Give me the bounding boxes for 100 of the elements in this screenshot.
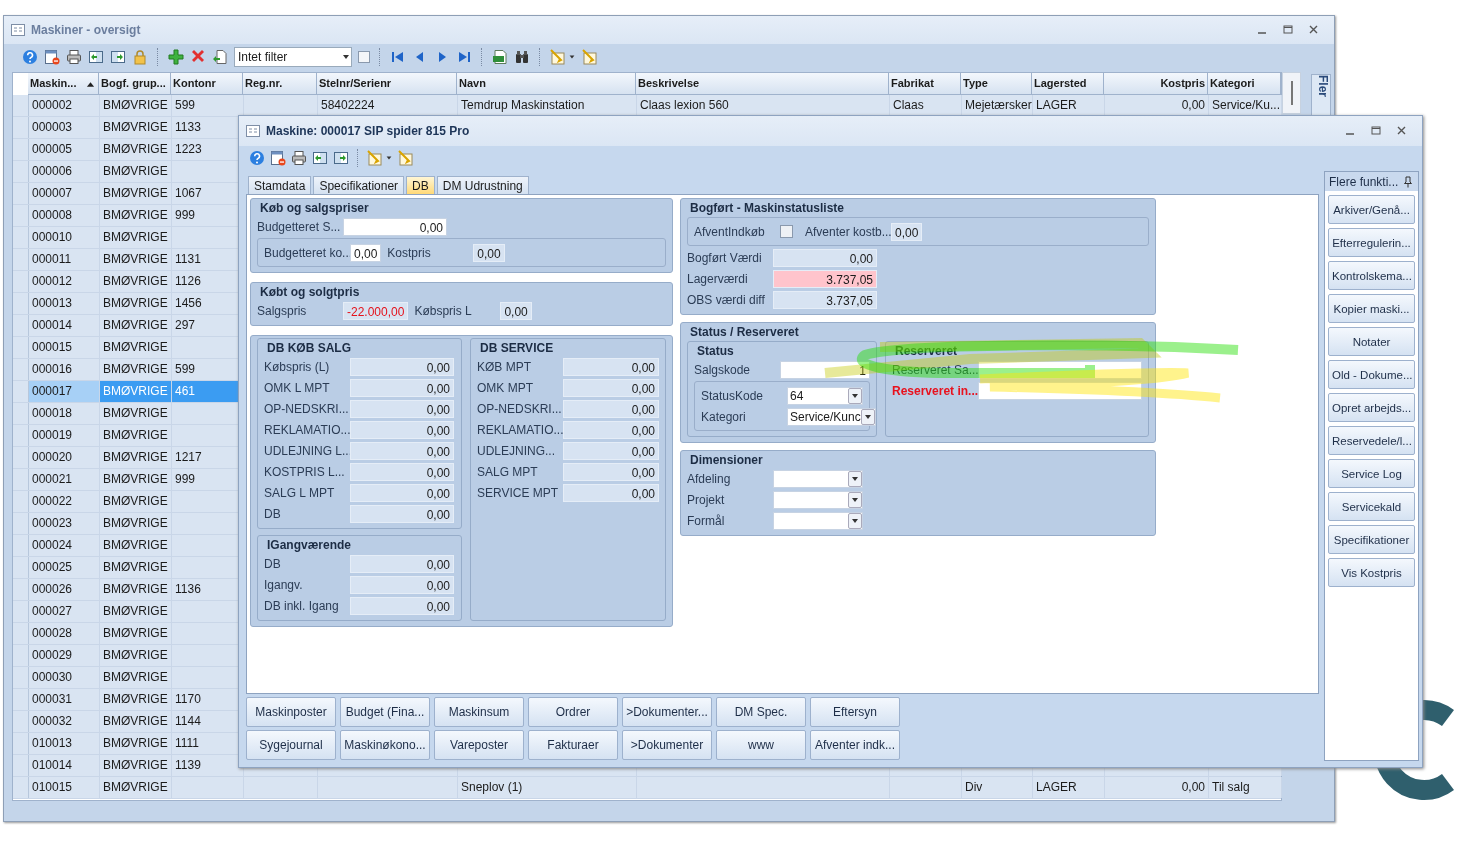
help-icon[interactable] [22,49,38,65]
action-button[interactable]: >Dokumenter... [622,697,712,727]
action-button[interactable]: Maskinposter [246,697,336,727]
table-cell: BMØVRIGE [100,469,172,490]
column-header[interactable]: Beskrivelse [636,73,889,95]
table-cell: 000029 [29,645,100,666]
table-cell: BMØVRIGE [100,755,172,776]
column-header[interactable]: Stelnr/Serienr [317,73,457,95]
add-icon[interactable] [168,49,184,65]
maximize-icon[interactable] [1282,24,1294,36]
table-cell: 010014 [29,755,100,776]
checkbox[interactable] [358,51,370,63]
first-record-icon[interactable] [390,49,406,65]
spreadsheet-icon[interactable] [492,49,508,65]
action-button[interactable]: Budget (Fina... [340,697,430,727]
value-field[interactable]: 0,00 [350,243,382,262]
action-button[interactable]: Fakturaer [528,730,618,760]
action-button[interactable]: Notater [1328,327,1415,356]
table-cell: 000025 [29,557,100,578]
tab[interactable]: DB [406,176,435,194]
action-button[interactable]: Maskinsum [434,697,524,727]
close-icon[interactable] [1396,125,1408,137]
checkbox[interactable] [780,225,793,238]
last-record-icon[interactable] [456,49,472,65]
form-remove-icon[interactable] [44,49,60,65]
table-row[interactable]: 000002 BMØVRIGE 599 58402224 Temdrup Maskinstation Claas lexion 560 Claas Mejetærsker LAGER 0,00 Service/Ku... [13,95,1281,117]
value-field[interactable]: 1 [780,360,870,379]
form-remove-icon[interactable] [270,150,286,166]
action-button[interactable]: >Dokumenter [622,730,712,760]
value-field: 0,00 [350,420,454,439]
table-cell: BMØVRIGE [100,667,172,688]
action-button[interactable]: Kopier maski... [1328,294,1415,323]
action-button[interactable]: DM Spec. [716,697,806,727]
tab[interactable]: DM Udrustning [436,176,529,194]
table-row[interactable]: 010015 BMØVRIGE Sneplov (1) Div LAGER 0,00 Til salg [13,777,1281,799]
table-cell: 000013 [29,293,100,314]
action-button[interactable]: Eftersyn [810,697,900,727]
action-button[interactable]: www [716,730,806,760]
action-button[interactable]: Vareposter [434,730,524,760]
printer-icon[interactable] [66,49,82,65]
column-header[interactable]: Navn [457,73,636,95]
column-header[interactable]: Reg.nr. [243,73,317,95]
column-header[interactable]: Lagersted [1032,73,1104,95]
help-icon[interactable] [249,150,265,166]
scrollbar[interactable] [1282,72,1301,114]
table-cell: 000017 [29,381,100,402]
action-button[interactable]: Reservedele/l... [1328,426,1415,455]
column-header[interactable]: Type [961,73,1032,95]
action-button[interactable]: Ordrer [528,697,618,727]
table-cell: 000002 [29,95,100,116]
value-field: 3.737,05 [773,290,877,309]
tab[interactable]: Specifikationer [313,176,405,194]
action-button[interactable]: Servicekald [1328,492,1415,521]
value-field[interactable] [978,360,1142,379]
action-button[interactable]: Kontrolskema... [1328,261,1415,290]
action-button[interactable]: Sygejournal [246,730,336,760]
document-arrow-icon[interactable] [212,49,228,65]
table-cell: BMØVRIGE [100,381,172,402]
action-button[interactable]: Service Log [1328,459,1415,488]
column-header[interactable]: Kategori [1208,73,1281,95]
action-button[interactable]: Arkiver/Genå... [1328,195,1415,224]
column-header[interactable]: Fabrikat [889,73,961,95]
table-cell: BMØVRIGE [100,139,172,160]
combo-box[interactable]: 64 [787,386,863,405]
action-button[interactable]: Maskinøkono... [340,730,430,760]
value-field: 0,00 [563,483,659,502]
column-header[interactable]: Maskin... [28,73,99,95]
tab[interactable]: Stamdata [248,176,312,194]
column-header[interactable]: Bogf. grup... [99,73,171,95]
action-button[interactable]: Efterregulerin... [1328,228,1415,257]
close-icon[interactable] [1308,24,1320,36]
field-label: Budgetteret ko... [264,245,350,260]
action-button[interactable]: Afventer indk... [810,730,900,760]
table-cell: BMØVRIGE [100,645,172,666]
action-button[interactable]: Opret arbejds... [1328,393,1415,422]
column-header[interactable]: Kostpris [1104,73,1208,95]
filter-dropdown[interactable]: Intet filter [234,47,352,67]
binoculars-icon[interactable] [514,49,530,65]
field-label: Afventer kostb... [805,224,891,239]
field-label: Salgskode [694,362,752,377]
table-cell: 000016 [29,359,100,380]
caret-icon[interactable] [568,53,576,61]
value-field[interactable] [978,381,1142,400]
field-label: AfventIndkøb [694,224,766,239]
combo-box[interactable]: Service/Kunc [787,407,876,426]
value-field: 0,00 [473,243,505,262]
table-cell: LAGER [1033,777,1105,798]
table-cell: BMØVRIGE [100,403,172,424]
column-header[interactable]: Kontonr [171,73,243,95]
delete-icon[interactable] [190,49,206,65]
maximize-icon[interactable] [1370,125,1382,137]
value-field[interactable]: 0,00 [343,217,447,236]
printer-icon[interactable] [291,150,307,166]
action-button[interactable]: Specifikationer [1328,525,1415,554]
side-tab[interactable]: Fler [1311,74,1331,116]
table-cell: 000018 [29,403,100,424]
pin-icon[interactable] [1402,175,1414,188]
field-label: REKLAMATIO... [264,422,350,437]
action-button[interactable]: Old - Dokume... [1328,360,1415,389]
action-button[interactable]: Vis Kostpris [1328,558,1415,587]
